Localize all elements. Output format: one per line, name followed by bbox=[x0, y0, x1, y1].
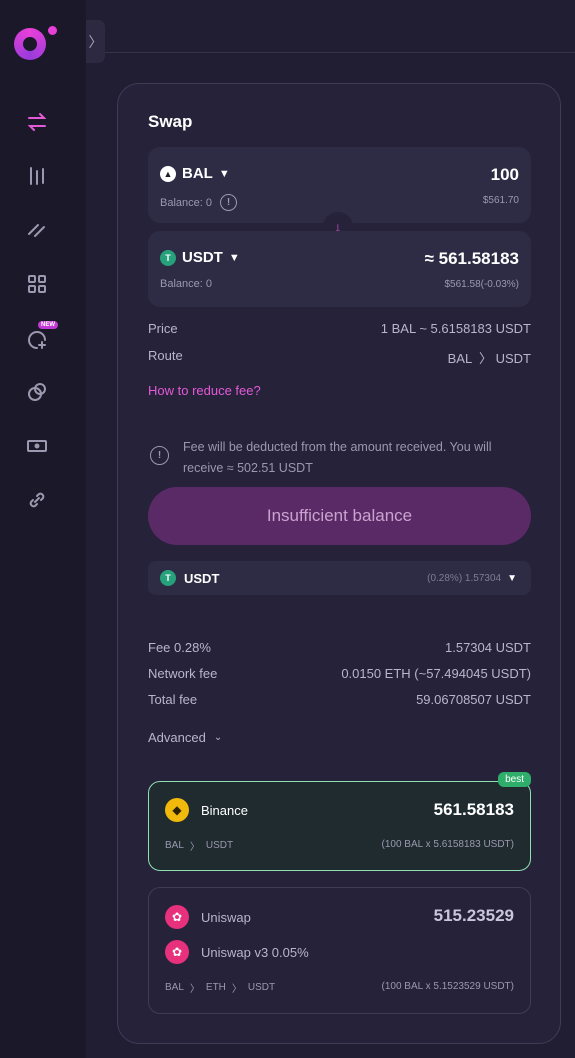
fee-label: Fee 0.28% bbox=[148, 640, 211, 655]
chevron-down-icon: ▼ bbox=[507, 572, 517, 584]
binance-calc: (100 BAL x 5.6158183 USDT) bbox=[381, 839, 514, 850]
info-icon: ! bbox=[150, 446, 169, 465]
fee-value: 1.57304 USDT bbox=[445, 640, 531, 655]
route-to: USDT bbox=[495, 351, 531, 366]
swap-title: Swap bbox=[148, 112, 193, 131]
path-token: USDT bbox=[247, 982, 276, 993]
network-fee-row: Network fee 0.0150 ETH (~57.494045 USDT) bbox=[148, 666, 531, 681]
to-token-symbol: USDT bbox=[182, 249, 223, 266]
advanced-toggle[interactable]: Advanced ⌄ bbox=[148, 730, 222, 745]
nav-add-circle-icon[interactable]: NEW bbox=[22, 321, 58, 355]
fee-notice: ! Fee will be deducted from the amount r… bbox=[150, 437, 530, 479]
from-token-select[interactable]: ▲ BAL ▼ bbox=[160, 165, 230, 182]
from-amount-input[interactable]: 100 bbox=[491, 165, 519, 185]
route-value: BAL 〉 USDT bbox=[448, 348, 531, 367]
total-fee-row: Total fee 59.06708507 USDT bbox=[148, 692, 531, 707]
chevron-right-icon: 〉 bbox=[189, 842, 200, 853]
route-label: Route bbox=[148, 348, 183, 363]
chevron-down-icon: ▼ bbox=[218, 167, 230, 180]
nav-link-icon[interactable] bbox=[22, 485, 52, 515]
header-divider bbox=[105, 52, 575, 53]
nav-grid-icon[interactable] bbox=[22, 269, 52, 299]
fee-notice-text: Fee will be deducted from the amount rec… bbox=[183, 440, 492, 475]
fee-token-detail-wrap: (0.28%) 1.57304 ▼ bbox=[427, 573, 517, 584]
chevron-down-icon: ⌄ bbox=[213, 732, 223, 743]
chevron-down-icon: ▼ bbox=[228, 251, 240, 264]
from-token-symbol: BAL bbox=[182, 165, 213, 182]
fee-token-symbol: USDT bbox=[184, 570, 220, 586]
new-badge: NEW bbox=[38, 321, 58, 329]
to-amount: ≈ 561.58183 bbox=[424, 249, 519, 268]
to-usd-value: $561.58(-0.03%) bbox=[444, 279, 520, 290]
to-token-box: T USDT ▼ ≈ 561.58183 Balance: 0 $561.58(… bbox=[148, 231, 531, 307]
path-token: BAL bbox=[165, 840, 184, 851]
fee-token-select[interactable]: T USDT (0.28%) 1.57304 ▼ bbox=[148, 561, 531, 595]
uniswap-name: Uniswap bbox=[201, 909, 251, 925]
from-usd-value: $561.70 bbox=[482, 195, 519, 206]
route-from: BAL bbox=[447, 351, 472, 366]
nav-card-icon[interactable] bbox=[22, 431, 52, 461]
price-label: Price bbox=[148, 321, 178, 336]
best-badge: best bbox=[498, 772, 531, 787]
binance-name: Binance bbox=[201, 802, 248, 818]
quote-exchange: ✿ Uniswap bbox=[165, 905, 251, 929]
to-balance: Balance: 0 bbox=[160, 278, 212, 290]
nav-candles-icon[interactable] bbox=[22, 161, 52, 191]
fee-token: T USDT bbox=[160, 570, 219, 586]
quote-exchange: ✿ Uniswap v3 0.05% bbox=[165, 940, 309, 964]
chevron-right-icon: 〉 bbox=[189, 984, 200, 995]
uniswap-icon: ✿ bbox=[165, 905, 189, 929]
total-fee-value: 59.06708507 USDT bbox=[416, 692, 531, 707]
uniswap-output: 515.23529 bbox=[433, 906, 514, 925]
path-token: BAL bbox=[165, 982, 184, 993]
price-row: Price 1 BAL ~ 5.6158183 USDT bbox=[148, 321, 531, 336]
chevron-right-icon: 〉 bbox=[231, 984, 242, 995]
sidebar: NEW bbox=[0, 0, 86, 1058]
usdt-token-icon: T bbox=[160, 570, 176, 586]
nav-swap-icon[interactable] bbox=[22, 107, 52, 137]
bal-token-icon: ▲ bbox=[160, 165, 176, 182]
advanced-label: Advanced bbox=[148, 730, 206, 745]
from-balance-text: Balance: 0 bbox=[160, 196, 212, 209]
path-token: USDT bbox=[205, 840, 234, 851]
uniswap-v3-name: Uniswap v3 0.05% bbox=[201, 944, 309, 960]
network-fee-label: Network fee bbox=[148, 666, 218, 681]
reduce-fee-link[interactable]: How to reduce fee? bbox=[148, 383, 261, 398]
chevron-right-icon: 〉 bbox=[88, 33, 103, 50]
info-icon[interactable]: ! bbox=[219, 194, 237, 211]
usdt-token-icon: T bbox=[160, 249, 176, 266]
route-row: Route BAL 〉 USDT bbox=[148, 348, 531, 367]
quote-exchange: ◆ Binance bbox=[165, 798, 248, 822]
network-fee-value: 0.0150 ETH (~57.494045 USDT) bbox=[341, 666, 531, 681]
quote-binance[interactable]: best ◆ Binance 561.58183 BAL 〉 USDT (100… bbox=[148, 772, 531, 871]
uniswap-path: BAL 〉 ETH 〉 USDT bbox=[165, 980, 275, 995]
total-fee-label: Total fee bbox=[148, 692, 198, 707]
path-token: ETH bbox=[205, 982, 226, 993]
fee-row: Fee 0.28% 1.57304 USDT bbox=[148, 640, 531, 655]
swap-card: Swap ▲ BAL ▼ 100 Balance: 0 ! $561.70 ↓ … bbox=[117, 83, 561, 1044]
binance-icon: ◆ bbox=[165, 798, 189, 822]
insufficient-balance-button[interactable]: Insufficient balance bbox=[148, 487, 531, 545]
sidebar-collapse-button[interactable]: 〉 bbox=[86, 20, 105, 63]
uniswap-icon: ✿ bbox=[165, 940, 189, 964]
nav-coins-icon[interactable] bbox=[22, 377, 52, 407]
logo[interactable] bbox=[14, 24, 58, 60]
chevron-right-icon: 〉 bbox=[475, 351, 492, 366]
fee-token-detail: (0.28%) 1.57304 bbox=[427, 572, 502, 584]
nav-slashes-icon[interactable] bbox=[22, 215, 52, 245]
price-value: 1 BAL ~ 5.6158183 USDT bbox=[380, 321, 531, 336]
binance-output: 561.58183 bbox=[433, 800, 514, 819]
uniswap-calc: (100 BAL x 5.1523529 USDT) bbox=[381, 981, 514, 992]
quote-uniswap[interactable]: ✿ Uniswap 515.23529 ✿ Uniswap v3 0.05% B… bbox=[148, 887, 531, 1014]
to-token-select[interactable]: T USDT ▼ bbox=[160, 249, 240, 266]
binance-path: BAL 〉 USDT bbox=[165, 838, 233, 853]
from-balance: Balance: 0 ! bbox=[160, 194, 237, 211]
to-balance-text: Balance: 0 bbox=[160, 278, 212, 290]
